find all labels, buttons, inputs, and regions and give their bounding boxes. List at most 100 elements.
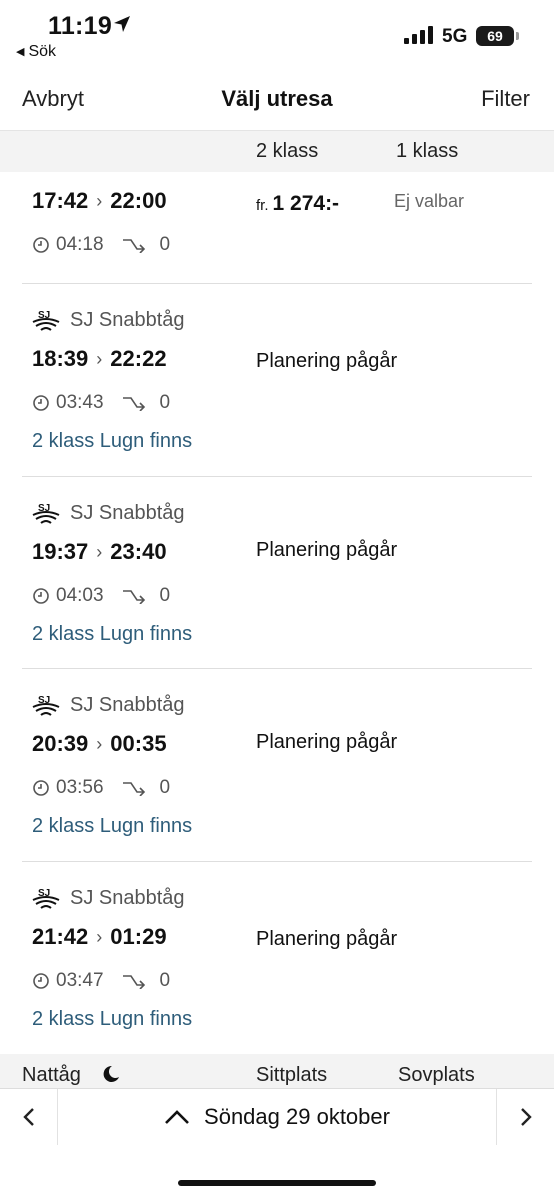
departure-time: 20:39 xyxy=(32,731,89,756)
chevron-up-icon xyxy=(165,1110,189,1124)
planning-status: Planering pågår xyxy=(256,928,398,950)
chevron-right-icon xyxy=(520,1108,532,1126)
price-second-class[interactable]: fr. 1 274:- xyxy=(256,192,339,216)
trip-meta: 04:18 0 xyxy=(32,234,170,256)
changes-count: 0 xyxy=(159,234,171,255)
transfer-icon xyxy=(122,782,145,796)
planning-status: Planering pågår xyxy=(256,539,398,561)
trip-row[interactable]: 17:42 › 22:00 04:18 0 fr. 1 274:- Ej valb… xyxy=(22,172,532,284)
back-triangle-icon: ◀ xyxy=(16,46,25,58)
clock-icon xyxy=(33,588,49,604)
planning-status: Planering pågår xyxy=(256,731,398,753)
clock-icon xyxy=(33,973,49,989)
duration: 03:56 xyxy=(56,777,104,798)
arrival-time: 01:29 xyxy=(110,924,167,949)
clock-icon xyxy=(33,780,49,796)
lugn-info-link[interactable]: 2 klass Lugn finns xyxy=(32,815,192,838)
battery-icon: 69 xyxy=(476,26,514,46)
sleeper-header: Sovplats xyxy=(398,1064,475,1086)
sj-logo-icon: SJ xyxy=(32,888,60,909)
changes-count: 0 xyxy=(159,392,171,413)
duration: 03:47 xyxy=(56,970,104,991)
price-value: 1 274:- xyxy=(272,192,340,215)
clock-icon xyxy=(33,237,49,253)
back-to-app-label: Sök xyxy=(28,43,57,60)
transfer-icon xyxy=(122,590,145,604)
trip-meta: 03:56 0 xyxy=(32,777,170,799)
changes-count: 0 xyxy=(159,585,171,606)
transfer-icon xyxy=(122,397,145,411)
trip-row[interactable]: SJ SJ Snabbtåg 20:39 › 00:35 03:56 0 2 k… xyxy=(22,669,532,862)
trip-meta: 04:03 0 xyxy=(32,585,170,607)
transfer-icon xyxy=(122,239,145,253)
class-header: 2 klass 1 klass xyxy=(0,130,554,172)
sj-logo-icon: SJ xyxy=(32,503,60,524)
operator-name: SJ Snabbtåg xyxy=(70,501,185,524)
filter-button[interactable]: Filter xyxy=(481,86,530,112)
clock: 11:19 xyxy=(48,12,113,40)
status-bar: 11:19 ◀ Sök 5G 69 xyxy=(0,0,554,70)
chevron-right-icon: › xyxy=(96,733,103,754)
selected-date: Söndag 29 oktober xyxy=(204,1104,390,1129)
duration: 04:18 xyxy=(56,234,104,255)
battery-level: 69 xyxy=(487,28,503,44)
lugn-info-link[interactable]: 2 klass Lugn finns xyxy=(32,430,192,453)
changes: 0 xyxy=(122,234,171,256)
previous-day-button[interactable] xyxy=(0,1089,58,1145)
cancel-button[interactable]: Avbryt xyxy=(22,86,84,112)
trip-meta: 03:43 0 xyxy=(32,392,170,414)
back-to-app-link[interactable]: ◀ Sök xyxy=(16,43,56,61)
clock-icon xyxy=(33,395,49,411)
seat-header: Sittplats xyxy=(256,1064,328,1086)
chevron-right-icon: › xyxy=(96,926,103,947)
operator: SJ SJ Snabbtåg xyxy=(32,884,185,912)
operator: SJ SJ Snabbtåg xyxy=(32,306,185,334)
chevron-right-icon: › xyxy=(96,541,103,562)
changes: 0 xyxy=(122,777,171,799)
night-train-label: Nattåg xyxy=(22,1064,81,1086)
changes-count: 0 xyxy=(159,777,171,798)
trip-row[interactable]: SJ SJ Snabbtåg 18:39 › 22:22 03:43 0 2 k… xyxy=(22,284,532,477)
changes: 0 xyxy=(122,585,171,607)
trip-row[interactable]: SJ SJ Snabbtåg 19:37 › 23:40 04:03 0 2 k… xyxy=(22,477,532,669)
arrival-time: 22:22 xyxy=(110,346,167,371)
trip-times: 21:42 › 01:29 xyxy=(32,924,167,950)
operator: SJ SJ Snabbtåg xyxy=(32,499,185,527)
lugn-info-link[interactable]: 2 klass Lugn finns xyxy=(32,1008,192,1031)
sj-logo-icon: SJ xyxy=(32,310,60,331)
departure-time: 18:39 xyxy=(32,346,89,371)
departure-time: 19:37 xyxy=(32,539,89,564)
departure-time: 17:42 xyxy=(32,188,89,213)
arrival-time: 00:35 xyxy=(110,731,167,756)
first-class-header: 1 klass xyxy=(396,140,459,162)
first-class-unavailable: Ej valbar xyxy=(394,191,465,211)
next-day-button[interactable] xyxy=(496,1089,554,1145)
trip-times: 18:39 › 22:22 xyxy=(32,346,167,372)
second-class-header: 2 klass xyxy=(256,140,319,162)
transfer-icon xyxy=(122,975,145,989)
duration: 03:43 xyxy=(56,392,104,413)
moon-icon xyxy=(103,1065,119,1082)
trip-row[interactable]: SJ SJ Snabbtåg 21:42 › 01:29 03:47 0 2 k… xyxy=(22,862,532,1054)
trip-list[interactable]: 17:42 › 22:00 04:18 0 fr. 1 274:- Ej valb… xyxy=(0,172,554,1054)
duration: 04:03 xyxy=(56,585,104,606)
home-indicator[interactable] xyxy=(178,1180,376,1186)
operator: SJ SJ Snabbtåg xyxy=(32,691,185,719)
changes-count: 0 xyxy=(159,970,171,991)
cellular-signal-icon xyxy=(404,26,433,44)
operator-name: SJ Snabbtåg xyxy=(70,886,185,909)
chevron-right-icon: › xyxy=(96,348,103,369)
battery-nub xyxy=(516,32,519,40)
trip-times: 19:37 › 23:40 xyxy=(32,539,167,565)
planning-status: Planering pågår xyxy=(256,350,398,372)
date-selector[interactable]: Söndag 29 oktober xyxy=(58,1089,496,1145)
changes: 0 xyxy=(122,970,171,992)
night-train-header: Nattåg Sittplats Sovplats xyxy=(0,1054,554,1088)
trip-times: 20:39 › 00:35 xyxy=(32,731,167,757)
lugn-info-link[interactable]: 2 klass Lugn finns xyxy=(32,623,192,646)
changes: 0 xyxy=(122,392,171,414)
location-arrow-icon xyxy=(114,16,130,32)
sj-logo-icon: SJ xyxy=(32,695,60,716)
trip-times: 17:42 › 22:00 xyxy=(32,188,167,214)
departure-time: 21:42 xyxy=(32,924,89,949)
